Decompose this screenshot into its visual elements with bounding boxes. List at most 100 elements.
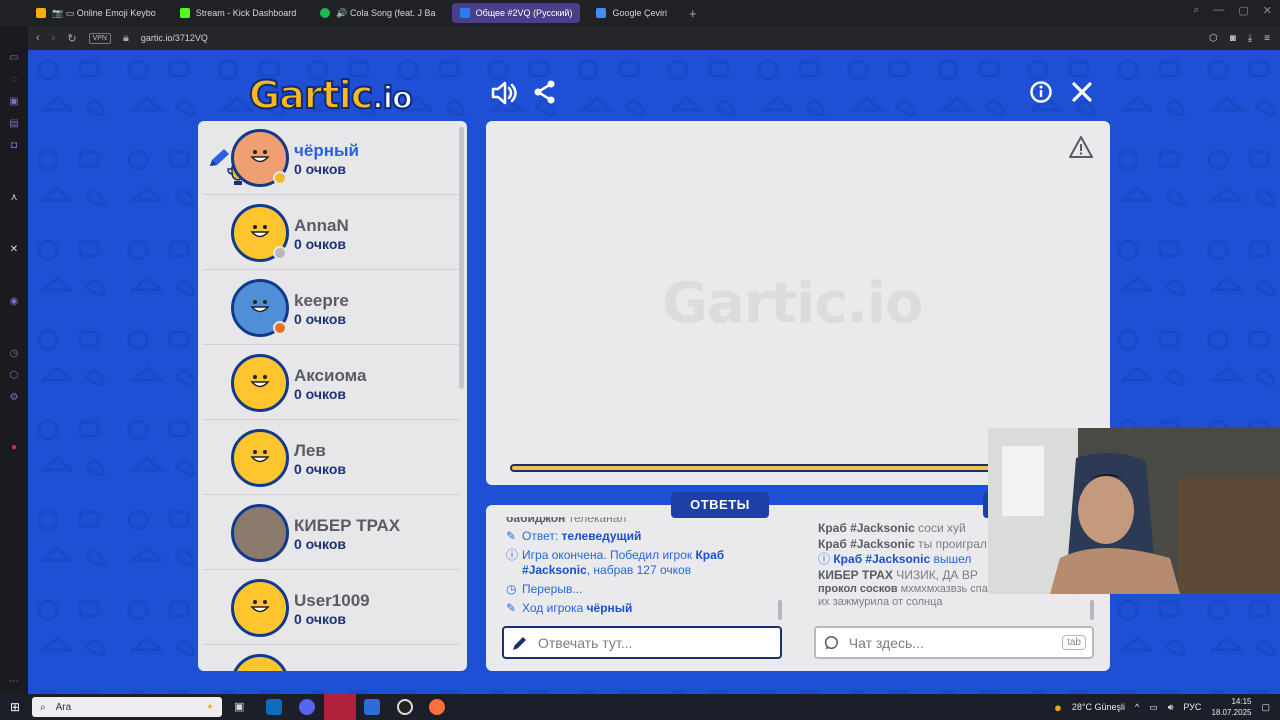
taskbar-search[interactable]: ⌕ Ara ✦ <box>32 697 222 717</box>
answers-list: бабиджон телеканал ✎ Ответ: телеведущий … <box>506 517 776 625</box>
sidebar-record-icon[interactable]: ● <box>8 442 20 454</box>
volume-icon[interactable]: 🔊︎ <box>1168 702 1174 713</box>
sidebar-clock-icon[interactable]: ◷ <box>8 348 20 360</box>
minimize-icon[interactable]: — <box>1213 4 1224 17</box>
player-score: 0 очков <box>294 311 346 327</box>
forward-icon[interactable]: › <box>52 32 56 44</box>
player-row[interactable]: keepre 0 очков <box>203 271 459 345</box>
browser-sidebar: ▭ ◌ ▣ ▤ ◘ ⋏ ✕ ◉ ◷ ⬡ ⚙ ● ⋯ <box>0 26 28 694</box>
chat-input[interactable] <box>848 634 1053 651</box>
message-author: Краб #Jacksonic <box>833 552 931 566</box>
message-text: вышел <box>933 552 972 566</box>
answer-input[interactable] <box>538 634 758 651</box>
tab-label: Stream - Kick Dashboard <box>195 8 297 18</box>
message-text: соси хуй <box>918 521 966 535</box>
chat-bubble-icon <box>824 635 838 649</box>
clock[interactable]: 14:15 18.07.2025 <box>1211 696 1251 718</box>
weather-text[interactable]: 28°C Güneşli <box>1072 702 1125 712</box>
chat-scrollbar[interactable] <box>1090 600 1094 620</box>
gartic-game: Gartic.io чёрный 0 очков AnnaN 0 очков k… <box>28 50 1280 694</box>
list-item: ✎ Ход игрока чёрный <box>506 601 776 616</box>
player-name: Аксиома <box>294 366 367 385</box>
chevron-up-icon[interactable]: ^ <box>1135 702 1139 712</box>
player-score: 0 очков <box>294 461 346 477</box>
player-name: чёрный <box>294 141 359 160</box>
tab-favicon-icon <box>320 8 331 18</box>
url-field[interactable]: gartic.io/3712VQ <box>141 33 208 43</box>
player-score: 0 очков <box>294 236 346 252</box>
browser-tab-emoji[interactable]: 📷 ▭ Online Emoji Keybo <box>28 3 164 23</box>
player-row[interactable]: чёрный 0 очков <box>203 121 459 195</box>
player-row[interactable]: Лев 0 очков <box>203 421 459 495</box>
players-scrollbar[interactable] <box>459 127 464 389</box>
message-text: Игра окончена. Победил игрок <box>522 548 693 562</box>
sidebar-twitch-icon[interactable]: ▤ <box>8 118 20 130</box>
browser-tab-spotify[interactable]: 🔊 Cola Song (feat. J Ba <box>312 3 443 23</box>
download-icon[interactable]: ⤓ <box>1248 33 1252 44</box>
browser-tab-translate[interactable]: Google Çeviri <box>588 3 675 23</box>
language-indicator[interactable]: РУС <box>1183 702 1201 712</box>
message-text: телеканал <box>568 517 627 525</box>
new-tab-button[interactable]: + <box>689 6 697 21</box>
status-dot <box>273 246 287 260</box>
search-highlight-icon: ✦ <box>205 701 214 713</box>
obs-icon[interactable] <box>397 699 413 715</box>
vpn-badge[interactable]: VPN <box>88 32 111 44</box>
player-score: 0 очков <box>294 536 346 552</box>
network-icon[interactable]: ▭ <box>1149 702 1158 713</box>
player-row[interactable]: Аксиома 0 очков <box>203 346 459 420</box>
reload-icon[interactable]: ↻ <box>67 32 76 45</box>
firefox-icon[interactable] <box>429 699 445 715</box>
chat-input-box[interactable]: tab <box>814 626 1094 659</box>
maximize-icon[interactable]: ▢ <box>1238 4 1248 17</box>
sidebar-bag-icon[interactable]: ▣ <box>8 96 20 108</box>
warning-icon[interactable] <box>1068 135 1094 159</box>
discord-icon[interactable] <box>299 699 315 715</box>
app-window-icon[interactable] <box>364 699 380 715</box>
clock-date: 18.07.2025 <box>1211 708 1252 717</box>
avatar <box>231 504 289 562</box>
share-icon[interactable] <box>534 80 556 104</box>
app-red-icon[interactable] <box>324 694 356 720</box>
sound-icon[interactable] <box>490 80 518 106</box>
outlook-icon[interactable] <box>266 699 282 715</box>
answers-label[interactable]: ОТВЕТЫ <box>671 492 769 518</box>
camera-icon[interactable]: ◙ <box>1230 33 1236 44</box>
player-row-partial[interactable] <box>203 646 459 671</box>
browser-tab-gartic[interactable]: Общее #2VQ (Русский) <box>451 3 581 23</box>
player-row[interactable]: КИБЕР ТРАХ 0 очков <box>203 496 459 570</box>
sidebar-kick-icon[interactable]: ⋏ <box>8 192 20 204</box>
menu-icon[interactable]: ≡ <box>1264 33 1270 44</box>
close-window-icon[interactable]: ✕ <box>1263 4 1272 17</box>
message-author: Краб #Jacksonic <box>818 521 915 535</box>
sidebar-more-icon[interactable]: ⋯ <box>8 676 20 688</box>
sidebar-home-icon[interactable]: ▭ <box>8 52 20 64</box>
task-view-icon[interactable]: ▣ <box>234 700 244 713</box>
answer-input-box[interactable] <box>502 626 782 659</box>
back-icon[interactable]: ‹ <box>36 32 40 44</box>
sidebar-player-icon[interactable]: ◉ <box>8 296 20 308</box>
extensions-icon[interactable]: ⬡ <box>1209 33 1218 44</box>
browser-tab-kick[interactable]: Stream - Kick Dashboard <box>172 3 305 23</box>
sidebar-history-icon[interactable]: ◌ <box>8 74 20 86</box>
player-row[interactable]: AnnaN 0 очков <box>203 196 459 270</box>
sidebar-x-icon[interactable]: ✕ <box>8 244 20 256</box>
avatar <box>231 429 289 487</box>
notification-icon[interactable]: ▢ <box>1261 702 1270 713</box>
players-list[interactable]: чёрный 0 очков AnnaN 0 очков keepre 0 оч… <box>198 121 467 671</box>
search-icon: ⌕ <box>40 701 46 713</box>
sidebar-cube-icon[interactable]: ⬡ <box>8 370 20 382</box>
info-icon[interactable] <box>1030 81 1052 103</box>
close-icon[interactable] <box>1072 82 1092 102</box>
avatar <box>231 654 289 671</box>
canvas-watermark: Gartic.io <box>662 271 923 336</box>
list-item: ✎ Ответ: телеведущий <box>506 529 776 544</box>
sidebar-messenger-icon[interactable]: ◘ <box>8 140 20 152</box>
sidebar-settings-icon[interactable]: ⚙ <box>8 392 20 404</box>
player-row[interactable]: User1009 0 очков <box>203 571 459 645</box>
list-item: бабиджон телеканал <box>506 517 776 526</box>
search-tabs-icon[interactable]: ⌕ <box>1193 4 1199 17</box>
answers-scrollbar[interactable] <box>778 600 782 620</box>
windows-start-icon[interactable]: ⊞ <box>10 700 20 714</box>
webcam-video <box>988 428 1280 594</box>
